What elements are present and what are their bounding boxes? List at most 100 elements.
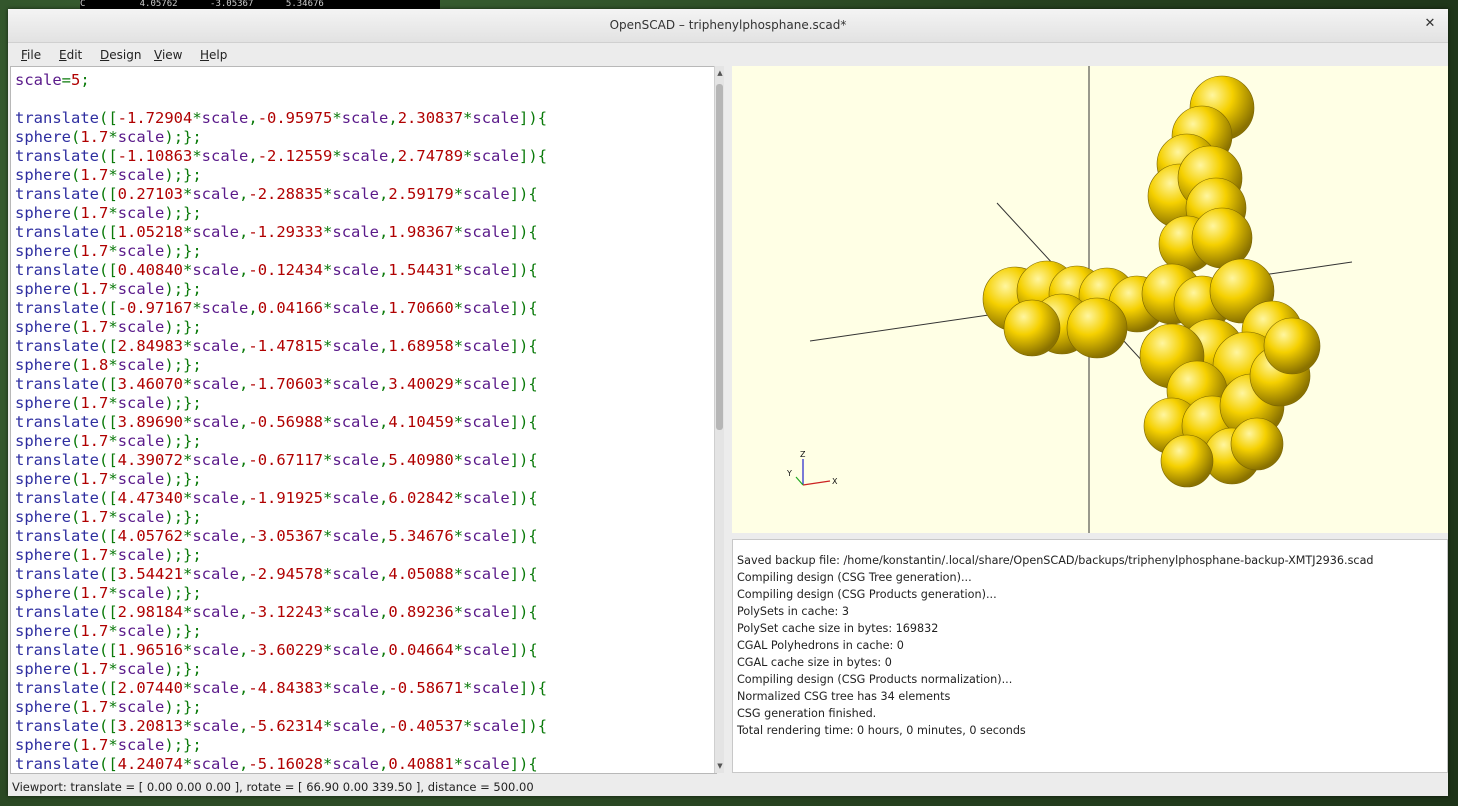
menu-help[interactable]: Help xyxy=(200,48,227,62)
code-editor[interactable]: scale=5; translate([-1.72904*scale,-0.95… xyxy=(10,66,717,774)
code-radius: 1.7 xyxy=(80,660,109,678)
code-coord-x: 2.84983 xyxy=(117,337,183,355)
atom-sphere xyxy=(1003,299,1061,357)
code-coord-y: -2.94578 xyxy=(248,565,324,583)
console-line: Normalized CSG tree has 34 elements xyxy=(737,690,951,703)
code-coord-y: -1.47815 xyxy=(248,337,324,355)
code-coord-y: 0.04166 xyxy=(257,299,324,317)
code-coord-y: -5.62314 xyxy=(248,717,324,735)
code-radius: 1.7 xyxy=(80,280,109,298)
code-radius: 1.7 xyxy=(80,394,109,412)
code-coord-x: 0.27103 xyxy=(117,185,183,203)
code-coord-x: 3.20813 xyxy=(117,717,183,735)
close-icon[interactable]: ✕ xyxy=(1422,16,1438,32)
console-line: CSG generation finished. xyxy=(737,707,877,720)
background-terminal: C 4.05762 -3.05367 5.34676 xyxy=(80,0,440,9)
console-line: Compiling design (CSG Products normaliza… xyxy=(737,673,1013,686)
code-scale-value: 5 xyxy=(71,71,81,89)
code-radius: 1.7 xyxy=(80,470,109,488)
code-coord-y: -2.12559 xyxy=(257,147,333,165)
code-radius: 1.8 xyxy=(80,356,109,374)
code-coord-z: 0.40881 xyxy=(388,755,454,773)
code-coord-z: 1.68958 xyxy=(388,337,454,355)
code-radius: 1.7 xyxy=(80,622,109,640)
title-bar[interactable]: OpenSCAD – triphenylphosphane.scad* ✕ xyxy=(8,9,1448,43)
code-coord-y: -3.12243 xyxy=(248,603,324,621)
code-text[interactable]: scale=5; translate([-1.72904*scale,-0.95… xyxy=(15,71,547,773)
code-radius: 1.7 xyxy=(80,584,109,602)
code-coord-x: 3.54421 xyxy=(117,565,183,583)
code-coord-z: 5.40980 xyxy=(388,451,454,469)
menu-bar: File Edit Design View Help xyxy=(8,43,1448,65)
code-coord-y: -3.05367 xyxy=(248,527,324,545)
code-coord-y: -1.29333 xyxy=(248,223,324,241)
code-coord-x: 2.98184 xyxy=(117,603,183,621)
code-radius: 1.7 xyxy=(80,698,109,716)
code-coord-z: 4.05088 xyxy=(388,565,454,583)
console-line: Compiling design (CSG Products generatio… xyxy=(737,588,997,601)
console-line: CGAL cache size in bytes: 0 xyxy=(737,656,892,669)
status-bar: Viewport: translate = [ 0.00 0.00 0.00 ]… xyxy=(8,776,1448,796)
code-coord-x: 1.96516 xyxy=(117,641,183,659)
code-coord-x: 4.05762 xyxy=(117,527,183,545)
menu-file[interactable]: File xyxy=(21,48,41,62)
code-coord-z: 5.34676 xyxy=(388,527,454,545)
code-coord-z: 0.89236 xyxy=(388,603,454,621)
code-radius: 1.7 xyxy=(80,432,109,450)
code-radius: 1.7 xyxy=(80,204,109,222)
code-coord-y: -2.28835 xyxy=(248,185,324,203)
code-coord-z: -0.58671 xyxy=(388,679,464,697)
code-coord-x: 4.24074 xyxy=(117,755,183,773)
gizmo-z-label: Z xyxy=(800,450,806,459)
openscad-window: OpenSCAD – triphenylphosphane.scad* ✕ Fi… xyxy=(8,9,1448,796)
code-radius: 1.7 xyxy=(80,736,109,754)
code-coord-z: 1.98367 xyxy=(388,223,454,241)
code-coord-x: 4.39072 xyxy=(117,451,183,469)
console-line: Saved backup file: /home/konstantin/.loc… xyxy=(737,554,1374,567)
code-coord-z: 3.40029 xyxy=(388,375,454,393)
scroll-thumb[interactable] xyxy=(716,84,723,430)
code-radius: 1.7 xyxy=(80,546,109,564)
code-coord-z: 2.59179 xyxy=(388,185,454,203)
axis-gizmo: Z X Y xyxy=(786,450,838,486)
window-title: OpenSCAD – triphenylphosphane.scad* xyxy=(609,18,847,32)
molecule-model xyxy=(982,75,1321,488)
code-coord-z: 2.74789 xyxy=(397,147,464,165)
code-coord-x: 3.89690 xyxy=(117,413,183,431)
menu-edit[interactable]: Edit xyxy=(59,48,82,62)
menu-design[interactable]: Design xyxy=(100,48,141,62)
console-line: PolySet cache size in bytes: 169832 xyxy=(737,622,939,635)
code-coord-y: -0.56988 xyxy=(248,413,324,431)
code-radius: 1.7 xyxy=(80,242,109,260)
code-coord-x: 1.05218 xyxy=(117,223,183,241)
console-line: Total rendering time: 0 hours, 0 minutes… xyxy=(737,724,1026,737)
code-coord-x: -1.10863 xyxy=(117,147,193,165)
code-radius: 1.7 xyxy=(80,318,109,336)
3d-viewport[interactable]: Z X Y xyxy=(732,66,1448,533)
code-coord-y: -3.60229 xyxy=(248,641,324,659)
code-coord-y: -1.70603 xyxy=(248,375,324,393)
code-coord-z: 6.02842 xyxy=(388,489,454,507)
atom-sphere xyxy=(1066,297,1128,359)
code-radius: 1.7 xyxy=(80,508,109,526)
atom-sphere xyxy=(1230,417,1284,471)
atom-sphere xyxy=(1263,317,1321,375)
console-line: CGAL Polyhedrons in cache: 0 xyxy=(737,639,904,652)
console-output[interactable]: Saved backup file: /home/konstantin/.loc… xyxy=(732,539,1448,773)
code-coord-z: 2.30837 xyxy=(397,109,464,127)
code-coord-y: -1.91925 xyxy=(248,489,324,507)
code-coord-x: 0.40840 xyxy=(117,261,183,279)
code-coord-y: -4.84383 xyxy=(248,679,324,697)
code-coord-x: 4.47340 xyxy=(117,489,183,507)
code-coord-y: -0.12434 xyxy=(248,261,324,279)
viewport-status: Viewport: translate = [ 0.00 0.00 0.00 ]… xyxy=(12,780,534,794)
console-line: PolySets in cache: 3 xyxy=(737,605,850,618)
code-radius: 1.7 xyxy=(80,166,109,184)
menu-view[interactable]: View xyxy=(154,48,182,62)
code-coord-x: 3.46070 xyxy=(117,375,183,393)
code-coord-x: -0.97167 xyxy=(117,299,193,317)
pane-splitter[interactable] xyxy=(724,66,732,773)
code-coord-z: 4.10459 xyxy=(388,413,454,431)
code-coord-y: -5.16028 xyxy=(248,755,324,773)
atom-sphere xyxy=(1160,434,1214,488)
